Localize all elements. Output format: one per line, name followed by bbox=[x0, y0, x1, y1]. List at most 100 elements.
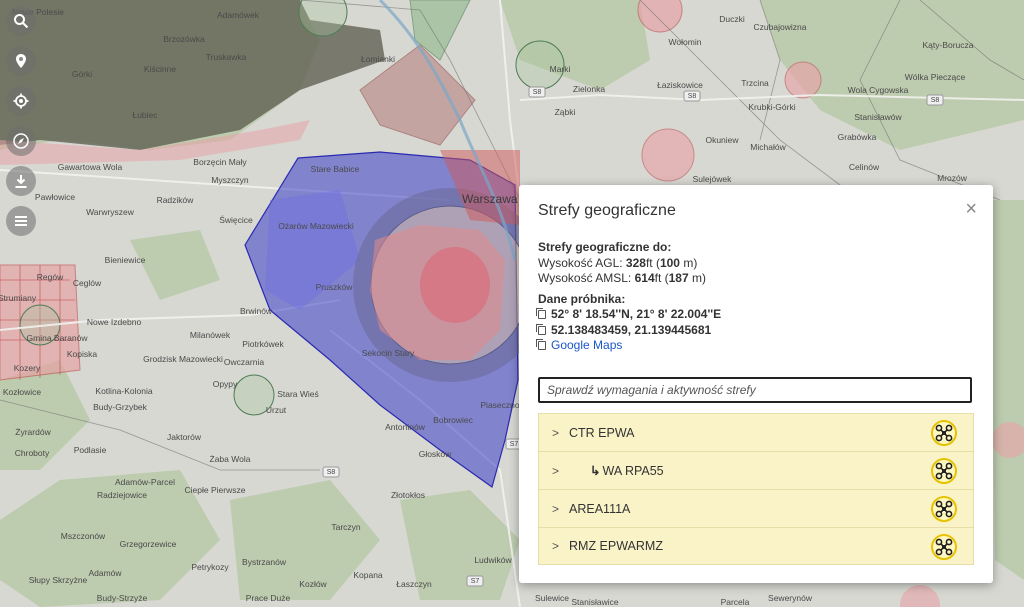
map-place-label: Okuniew bbox=[705, 135, 739, 145]
zone-item-rmz-epwarmz[interactable]: > RMZ EPWARMZ bbox=[538, 527, 974, 565]
amsl-label: Wysokość AMSL: bbox=[538, 271, 635, 285]
agl-m-value: 100 bbox=[659, 255, 680, 270]
compass-icon bbox=[13, 133, 29, 149]
airport-core-zone bbox=[420, 247, 490, 323]
agl-ft-value: 328 bbox=[625, 255, 646, 270]
map-place-label: Bieniewice bbox=[105, 255, 146, 265]
map-place-label: Wólka Pieczące bbox=[905, 72, 966, 82]
map-place-label: Tarczyn bbox=[331, 522, 361, 532]
zone-label-text: WA RPA55 bbox=[602, 464, 664, 478]
copy-icon[interactable] bbox=[536, 323, 546, 335]
map-place-label: Warwryszew bbox=[86, 207, 135, 217]
coords-dec: 52.138483459, 21.139445681 bbox=[551, 322, 712, 337]
google-maps-link[interactable]: Google Maps bbox=[551, 338, 622, 352]
map-place-label: Zielonka bbox=[573, 84, 605, 94]
map-place-label: Gawartowa Wola bbox=[58, 162, 123, 172]
limits-header: Strefy geograficzne do: bbox=[538, 240, 672, 254]
location-pin-button[interactable] bbox=[6, 46, 36, 76]
road-number-badge: S7 bbox=[466, 575, 484, 587]
map-toolbar bbox=[4, 0, 38, 246]
map-place-label: Duczki bbox=[719, 14, 745, 24]
map-place-label: Sekocin Stary bbox=[362, 348, 415, 358]
city-label-warszawa: Warszawa bbox=[462, 192, 518, 206]
map-place-label: Chroboty bbox=[15, 448, 50, 458]
chevron-right-icon: > bbox=[552, 463, 560, 478]
svg-text:S8: S8 bbox=[327, 469, 336, 476]
map-place-label: Brwinów bbox=[240, 306, 273, 316]
map-place-label: Stara Wieś bbox=[277, 389, 319, 399]
close-icon[interactable]: × bbox=[965, 199, 977, 219]
svg-text:S7: S7 bbox=[510, 441, 519, 448]
zone-label: CTR EPWA bbox=[569, 425, 635, 440]
search-icon bbox=[14, 14, 29, 29]
zone-requirements-search-input[interactable] bbox=[538, 377, 972, 403]
layers-menu-button[interactable] bbox=[6, 206, 36, 236]
map-place-label: Marki bbox=[550, 64, 571, 74]
map-place-label: Sulejówek bbox=[693, 174, 732, 184]
drone-icon[interactable] bbox=[931, 496, 957, 522]
map-place-label: Borzęcin Mały bbox=[193, 157, 247, 167]
coords-dec-row[interactable]: 52.138483459, 21.139445681 bbox=[536, 322, 978, 339]
zone-item-area111a[interactable]: > AREA111A bbox=[538, 489, 974, 527]
svg-text:S8: S8 bbox=[533, 89, 542, 96]
search-button[interactable] bbox=[6, 6, 36, 36]
map-place-label: Grzegorzewice bbox=[120, 539, 177, 549]
map-place-label: Mszczonów bbox=[61, 531, 106, 541]
map-place-label: Budy-Strzyże bbox=[97, 593, 148, 603]
drone-icon[interactable] bbox=[931, 420, 957, 446]
map-place-label: Radziejowice bbox=[97, 490, 147, 500]
map-place-label: Strumiany bbox=[0, 293, 37, 303]
map-place-label: Kopana bbox=[353, 570, 383, 580]
map-pin-icon bbox=[16, 54, 26, 68]
chevron-right-icon: > bbox=[552, 425, 560, 440]
map-place-label: Piaseczno bbox=[480, 400, 519, 410]
coords-dms-row[interactable]: 52° 8' 18.54''N, 21° 8' 22.004''E bbox=[536, 307, 978, 323]
map-place-label: Ożarów Mazowiecki bbox=[278, 221, 354, 231]
zone-item-ctr-epwa[interactable]: > CTR EPWA bbox=[538, 413, 974, 451]
amsl-ft-unit: ft ( bbox=[654, 271, 669, 285]
map-place-label: Gmina Baranów bbox=[27, 333, 89, 343]
map-place-label: Celinów bbox=[849, 162, 880, 172]
map-place-label: Ząbki bbox=[555, 107, 576, 117]
map-place-label: Urzut bbox=[266, 405, 287, 415]
copy-icon[interactable] bbox=[536, 339, 546, 350]
svg-text:S8: S8 bbox=[931, 97, 940, 104]
map-place-label: Budy-Grzybek bbox=[93, 402, 148, 412]
locate-me-button[interactable] bbox=[6, 86, 36, 116]
download-button[interactable] bbox=[6, 166, 36, 196]
geo-zones-dialog: Strefy geograficzne × Strefy geograficzn… bbox=[519, 185, 993, 583]
zone-info: Strefy geograficzne do: Wysokość AGL: 32… bbox=[536, 240, 978, 354]
map-place-label: Stanisławice bbox=[571, 597, 619, 607]
dialog-title: Strefy geograficzne bbox=[538, 202, 676, 219]
map-place-label: Adamów-Parcel bbox=[115, 477, 175, 487]
map-place-label: Trzcina bbox=[741, 78, 769, 88]
agl-label: Wysokość AGL: bbox=[538, 255, 626, 270]
map-place-label: Piotrkówek bbox=[242, 339, 284, 349]
compass-button[interactable] bbox=[6, 126, 36, 156]
sub-zone-arrow-icon: ↳ bbox=[590, 464, 601, 478]
sample-header: Dane próbnika: bbox=[538, 291, 626, 306]
map-place-label: Ciepłe Pierwsze bbox=[185, 485, 246, 495]
map-place-label: Łubiec bbox=[132, 110, 158, 120]
map-place-label: Kozłowice bbox=[3, 387, 42, 397]
map-place-label: Bobrowiec bbox=[433, 415, 473, 425]
road-number-badge: S8 bbox=[683, 90, 701, 102]
download-icon bbox=[15, 175, 27, 188]
crosshair-icon bbox=[13, 93, 29, 109]
amsl-m-unit: m) bbox=[688, 271, 706, 285]
copy-icon[interactable] bbox=[536, 308, 546, 319]
drone-icon[interactable] bbox=[931, 458, 957, 484]
map-place-label: Łaziskowice bbox=[657, 80, 703, 90]
map-place-label: Bystrzanów bbox=[242, 557, 287, 567]
map-place-label: Antoninów bbox=[385, 422, 426, 432]
map-place-label: Petrykozy bbox=[191, 562, 229, 572]
map-place-label: Truskawka bbox=[206, 52, 247, 62]
map-place-label: Górki bbox=[72, 69, 92, 79]
drone-icon[interactable] bbox=[931, 534, 957, 560]
road-number-badge: S8 bbox=[322, 466, 340, 478]
map-place-label: Ceglów bbox=[73, 278, 102, 288]
coords-dms: 52° 8' 18.54''N, 21° 8' 22.004''E bbox=[551, 307, 722, 321]
map-place-label: Łaszczyn bbox=[396, 579, 432, 589]
zone-item-wa-rpa55[interactable]: > ↳ WA RPA55 bbox=[538, 451, 974, 489]
map-place-label: Stare Babice bbox=[311, 164, 360, 174]
